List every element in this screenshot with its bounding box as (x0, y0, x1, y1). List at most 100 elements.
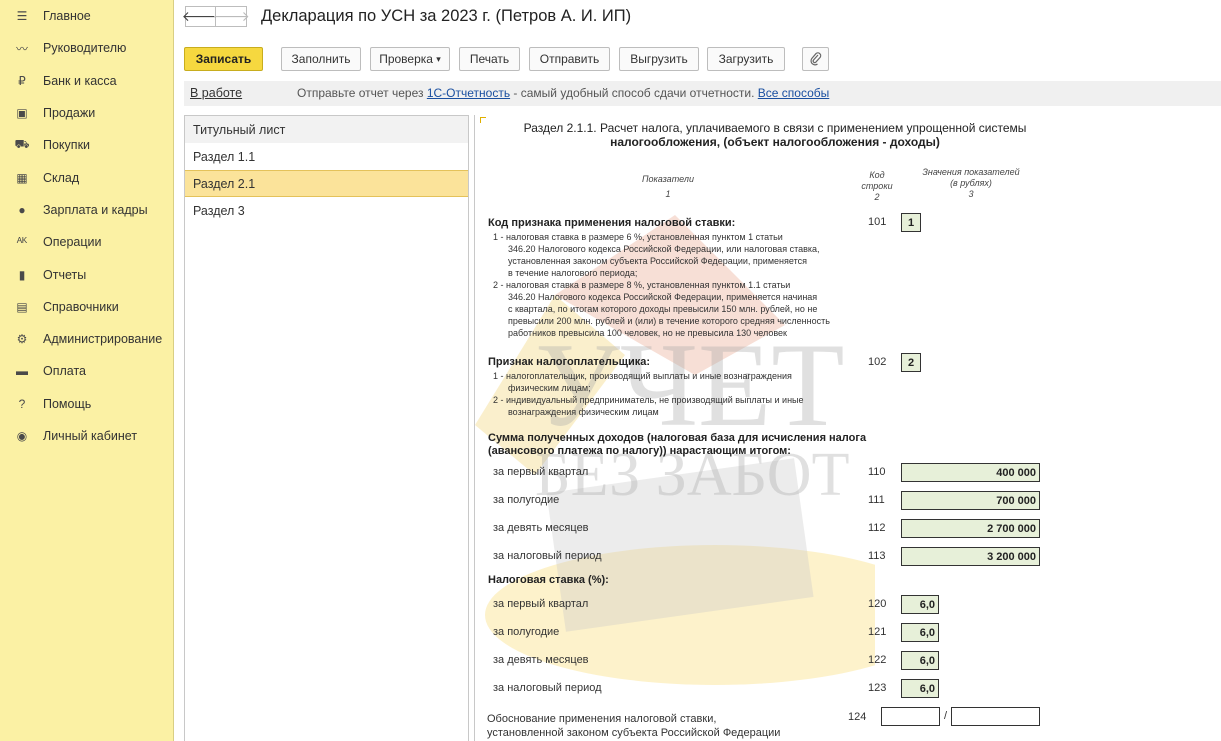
section-title-page[interactable]: Титульный лист (185, 116, 468, 143)
income-row-value-field[interactable]: 400 000 (901, 463, 1040, 482)
sidebar-item-label: Помощь (43, 396, 92, 411)
report-form: УЧЕТ БЕЗ ЗАБОТ Раздел 2.1.1. Расчет нало… (474, 115, 1221, 741)
rate-row-value-field[interactable]: 6,0 (901, 623, 939, 642)
income-row-value-field[interactable]: 3 200 000 (901, 547, 1040, 566)
note-line: 2 - налоговая ставка в размере 8 %, уста… (493, 280, 791, 290)
sidebar-item-label: Банк и касса (43, 73, 117, 88)
print-button[interactable]: Печать (459, 47, 520, 71)
sidebar-item-label: Администрирование (43, 332, 163, 347)
rate-justification-field-1[interactable] (881, 707, 940, 726)
menu-icon: ☰ (16, 9, 28, 24)
account-icon: ◉ (16, 429, 28, 443)
person-icon: ● (18, 202, 26, 217)
col1-num: 1 (665, 189, 671, 199)
status-link[interactable]: В работе (190, 86, 242, 100)
sidebar-item[interactable]: ● Зарплата и кадры (0, 194, 173, 226)
income-row-value-field[interactable]: 2 700 000 (901, 519, 1040, 538)
rate-row-value-field[interactable]: 6,0 (901, 595, 939, 614)
import-button[interactable]: Загрузить (707, 47, 785, 71)
rate-justification-field-2[interactable] (951, 707, 1040, 726)
note-line: превысили 200 млн. рублей и (или) в тече… (493, 316, 830, 326)
rate-header: Налоговая ставка (%): (488, 574, 609, 586)
paperclip-icon (810, 52, 821, 66)
sidebar-item[interactable]: ⛟ Покупки (0, 129, 173, 161)
sidebar-item-label: Отчеты (43, 267, 87, 282)
rate-row-label: за налоговый период (493, 682, 602, 694)
sidebar-item[interactable]: ▣ Продажи (0, 97, 173, 129)
grid-icon: ▦ (16, 170, 28, 185)
rate-row-code: 122 (868, 654, 887, 666)
sidebar-item[interactable]: 〰 Руководителю (0, 32, 173, 64)
note-line: 1 - налоговая ставка в размере 6 %, уста… (493, 232, 783, 242)
sections-list: Титульный лист Раздел 1.1 Раздел 2.1 Раз… (184, 115, 469, 741)
sidebar-item[interactable]: ᴬᴷ Операции (0, 226, 173, 258)
history-nav: 🡐 🡒 (182, 6, 250, 27)
note-line: работников превысила 100 человек, но не … (493, 328, 787, 338)
check-button[interactable]: Проверка ▾ (370, 47, 450, 71)
forward-button[interactable]: 🡒 (212, 6, 250, 27)
chevron-down-icon: ▾ (436, 53, 441, 64)
section-3[interactable]: Раздел 3 (185, 197, 468, 224)
trend-icon: 〰 (15, 41, 28, 56)
note-line: с квартала, по итогам которого доходы пр… (493, 304, 818, 314)
sidebar-item[interactable]: ⚙ Администрирование (0, 323, 173, 355)
books-icon: ▤ (16, 299, 28, 314)
row-102-notes: 1 - налогоплательщик, производящий выпла… (493, 370, 804, 418)
sidebar-item[interactable]: ₽ Банк и касса (0, 65, 173, 97)
all-methods-link[interactable]: Все способы (758, 86, 830, 100)
income-row-label: за полугодие (493, 494, 560, 506)
fill-button[interactable]: Заполнить (281, 47, 361, 71)
income-row-code: 111 (868, 494, 885, 506)
row-124-label-line2: установленной законом субъекта Российско… (487, 727, 781, 739)
note-line: вознаграждения физическим лицам (493, 407, 659, 417)
rate-row-code: 120 (868, 598, 887, 610)
row-101-code: 101 (868, 216, 887, 228)
info-bar: В работе Отправьте отчет через 1С-Отчетн… (184, 81, 1221, 106)
page-title: Декларация по УСН за 2023 г. (Петров А. … (261, 7, 632, 25)
note-line: в течение налогового периода; (493, 268, 638, 278)
sidebar-item-label: Продажи (43, 106, 96, 121)
attach-button[interactable] (802, 47, 829, 71)
row-124-separator: / (944, 710, 948, 722)
note-line: 346.20 Налогового кодекса Российской Фед… (493, 244, 820, 254)
cart-icon: ⛟ (14, 137, 30, 152)
ruble-coin-icon: ₽ (18, 73, 26, 88)
sidebar-item-label: Операции (43, 235, 102, 250)
rate-row-code: 123 (868, 682, 887, 694)
dt-kt-icon: ᴬᴷ (16, 235, 28, 250)
col2-title2: строки (861, 181, 893, 191)
sidebar-item[interactable]: ◉ Личный кабинет (0, 420, 173, 452)
rate-row-value-field[interactable]: 6,0 (901, 679, 939, 698)
sidebar-item[interactable]: ▦ Склад (0, 161, 173, 193)
sidebar-item[interactable]: ▤ Справочники (0, 291, 173, 323)
rate-row-value-field[interactable]: 6,0 (901, 651, 939, 670)
section-1-1[interactable]: Раздел 1.1 (185, 143, 468, 170)
sidebar: ☰ Главное 〰 Руководителю ₽ Банк и касса ▣ Прода… (0, 0, 174, 741)
income-row-value-field[interactable]: 700 000 (901, 491, 1040, 510)
sidebar-item-label: Главное (43, 9, 91, 24)
income-row-label: за первый квартал (493, 466, 589, 478)
save-button[interactable]: Записать (184, 47, 263, 71)
report-title-line1: Раздел 2.1.1. Расчет налога, уплачиваемо… (523, 121, 1027, 135)
section-2-1[interactable]: Раздел 2.1 (185, 170, 468, 197)
row-101-notes: 1 - налоговая ставка в размере 6 %, уста… (493, 231, 830, 339)
sidebar-item[interactable]: ? Помощь (0, 388, 173, 420)
send-button[interactable]: Отправить (529, 47, 610, 71)
info-text: Отправьте отчет через 1С-Отчетность - са… (297, 86, 829, 100)
income-row-code: 110 (868, 466, 886, 478)
1c-reporting-link[interactable]: 1С-Отчетность (427, 86, 510, 100)
income-header-line1: Сумма полученных доходов (налоговая база… (488, 432, 867, 444)
tax-rate-code-field[interactable]: 1 (901, 213, 921, 232)
sidebar-item-label: Оплата (43, 364, 86, 379)
income-header-line2: (авансового платежа по налогу)) нарастаю… (488, 445, 791, 457)
taxpayer-sign-field[interactable]: 2 (901, 353, 921, 372)
row-124-label: Обоснование применения налоговой ставки,… (487, 712, 780, 740)
sidebar-item[interactable]: ☰ Главное (0, 0, 173, 32)
question-icon: ? (18, 396, 26, 411)
sidebar-item[interactable]: ▮ Отчеты (0, 258, 173, 290)
sidebar-item[interactable]: ▬ Оплата (0, 355, 173, 387)
sidebar-item-label: Покупки (43, 138, 91, 153)
rate-row-label: за полугодие (493, 626, 560, 638)
sidebar-item-label: Личный кабинет (43, 429, 138, 443)
export-button[interactable]: Выгрузить (619, 47, 699, 71)
